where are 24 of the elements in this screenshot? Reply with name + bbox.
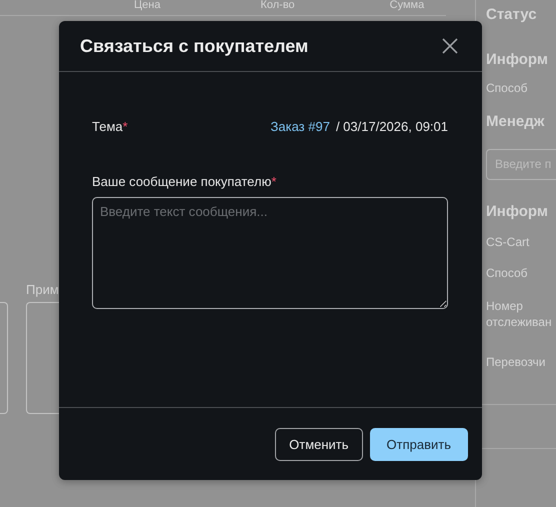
column-header: Кол-во bbox=[260, 0, 295, 13]
required-mark: * bbox=[122, 118, 128, 134]
field-label: Ваше сообщение покупателю bbox=[92, 174, 272, 189]
column-header: Сумма bbox=[390, 0, 424, 13]
section-heading: Информ bbox=[486, 51, 549, 69]
info-label: Перевозчи bbox=[486, 354, 546, 370]
close-icon[interactable] bbox=[442, 38, 458, 54]
dialog-title: Связаться с покупателем bbox=[80, 36, 308, 56]
section-heading: Информ bbox=[486, 203, 549, 221]
cancel-button[interactable]: Отменить bbox=[275, 428, 363, 460]
required-mark: * bbox=[271, 174, 276, 189]
order-date: / 03/17/2026, 09:01 bbox=[336, 118, 448, 134]
field-label: Тема bbox=[92, 118, 123, 134]
section-heading: Статус bbox=[486, 6, 538, 24]
message-field[interactable]: Введите текст сообщения... bbox=[92, 197, 448, 309]
order-link[interactable]: Заказ #97 bbox=[270, 118, 330, 134]
column-header: Цена bbox=[134, 0, 160, 13]
info-label: Способ bbox=[486, 80, 529, 96]
field-label: Прим bbox=[26, 281, 60, 298]
text-area[interactable] bbox=[0, 302, 8, 414]
info-label: Способ bbox=[486, 265, 529, 281]
info-label: CS-Cart bbox=[486, 234, 530, 250]
section-heading: Менедж bbox=[486, 113, 546, 131]
send-button[interactable]: Отправить bbox=[370, 428, 468, 460]
